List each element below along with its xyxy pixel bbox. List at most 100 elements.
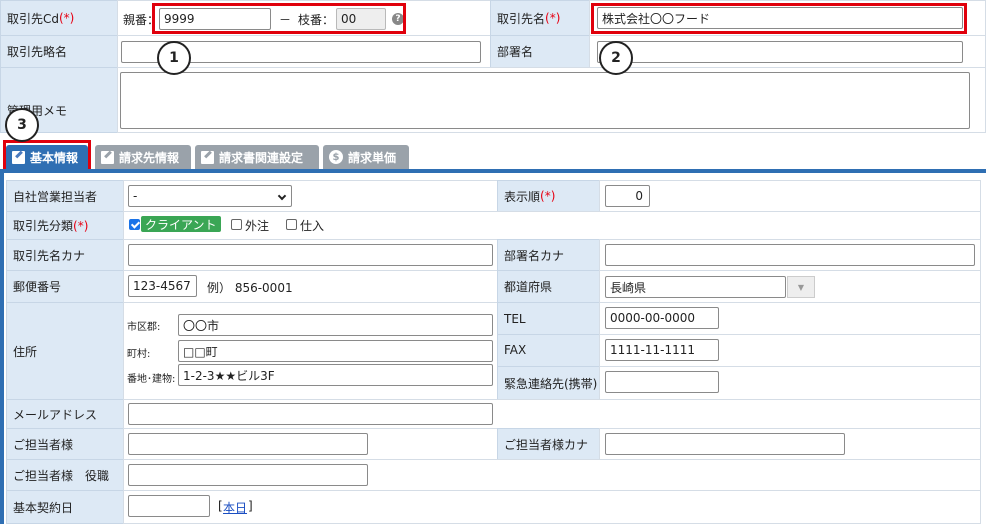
contract-date-input[interactable] [128,495,210,517]
dollar-icon: $ [329,150,343,164]
dept-kana-label: 部署名カナ [504,248,565,263]
prefecture-input[interactable]: 長崎県 [605,276,786,298]
kana-input[interactable] [128,244,493,266]
required-mark: (*) [73,218,89,233]
sales-rep-label: 自社営業担当者 [13,189,98,204]
highlight-code-box [152,3,406,34]
emergency-input[interactable] [605,371,719,393]
town-input[interactable]: □□町 [178,340,493,362]
sales-rep-value: - [133,189,138,203]
contact-kana-input[interactable] [605,433,845,455]
fax-label: FAX [504,343,527,357]
purchase-checkbox[interactable] [286,219,297,230]
sales-rep-label-cell: 自社営業担当者 [6,180,124,212]
contact-title-label-cell: ご担当者様 役職 [6,459,124,491]
dept-label-cell: 部署名 [490,35,590,68]
dept-kana-label-cell: 部署名カナ [497,239,600,271]
emergency-label: 緊急連絡先(携帯) [504,376,598,391]
tab-billing-info[interactable]: 請求先情報 [95,145,191,169]
tab-panel-left-border [0,169,4,524]
contract-date-label-cell: 基本契約日 [6,490,124,524]
city-label: 市区郡: [127,322,161,333]
edit-icon [201,150,214,164]
contact-kana-label-cell: ご担当者様カナ [497,428,600,460]
contact-title-input[interactable] [128,464,368,486]
address-label: 住所 [13,344,38,359]
zip-label: 郵便番号 [13,280,62,294]
contact-title-label: ご担当者様 役職 [13,468,110,483]
sales-rep-select[interactable]: - [128,185,292,207]
dept-kana-input[interactable] [605,244,975,266]
name-label: 取引先名 [497,11,546,26]
marker-2: 2 [599,41,633,75]
display-order-label-cell: 表示順 (*) [497,180,600,212]
required-mark: (*) [59,11,75,25]
zip-label-cell: 郵便番号 [6,270,124,303]
contact-kana-label: ご担当者様カナ [504,437,589,452]
today-bracket-open: [ [218,499,223,513]
contact-label: ご担当者様 [13,437,74,452]
kana-label: 取引先名カナ [13,248,86,263]
prefecture-dropdown-button[interactable]: ▼ [787,276,815,298]
contact-input[interactable] [128,433,368,455]
street-label: 番地･建物: [127,374,176,385]
tab-unit-price[interactable]: $ 請求単価 [323,145,409,169]
marker-1: 1 [157,41,191,75]
zip-example: 例） 856-0001 [207,281,293,295]
fax-label-cell: FAX [497,334,600,367]
memo-textarea[interactable] [120,72,970,129]
code-label: 取引先Cd [7,11,59,26]
city-input[interactable]: 〇〇市 [178,314,493,336]
outsource-label: 外注 [245,219,270,233]
edit-icon [12,150,25,164]
required-mark: (*) [545,11,561,25]
tab-label: 請求書関連設定 [219,150,304,165]
tel-label-cell: TEL [497,302,600,335]
email-label: メールアドレス [13,407,98,422]
tel-input[interactable]: 0000-00-0000 [605,307,719,329]
tel-label: TEL [504,312,526,326]
kana-label-cell: 取引先名カナ [6,239,124,271]
tab-invoice-settings[interactable]: 請求書関連設定 [195,145,319,169]
marker-3: 3 [5,108,39,142]
outsource-checkbox[interactable] [231,219,242,230]
contact-label-cell: ご担当者様 [6,428,124,460]
tab-basic-info[interactable]: 基本情報 [6,145,88,169]
email-label-cell: メールアドレス [6,399,124,429]
dept-input[interactable] [597,41,963,63]
dept-label: 部署名 [497,45,534,59]
category-label-cell: 取引先分類 (*) [6,211,124,240]
address-label-cell: 住所 [6,302,124,400]
today-link[interactable]: 本日 [223,499,247,516]
client-checkbox[interactable] [129,219,140,230]
fax-input[interactable]: 1111-11-1111 [605,339,719,361]
prefecture-label: 都道府県 [504,280,553,294]
tab-label: 請求先情報 [119,150,180,165]
required-mark: (*) [540,189,556,203]
contract-date-label: 基本契約日 [13,500,74,515]
emergency-label-cell: 緊急連絡先(携帯) [497,366,600,400]
email-input[interactable] [128,403,493,425]
highlight-name-box [591,3,967,34]
display-order-value: 0 [635,189,643,203]
tab-panel-top-border [0,169,986,173]
code-label-cell: 取引先Cd (*) [0,0,118,36]
short-name-label: 取引先略名 [7,45,68,59]
client-badge: クライアント [141,216,221,232]
display-order-label: 表示順 [504,189,541,204]
category-label: 取引先分類 [13,219,74,233]
prefecture-label-cell: 都道府県 [497,270,600,303]
display-order-input[interactable]: 0 [605,185,650,207]
edit-icon [101,150,114,164]
display-order-value-cell [599,180,981,212]
zip-input[interactable]: 123-4567 [128,275,197,297]
tab-label: 基本情報 [30,150,79,165]
name-label-cell: 取引先名 (*) [490,0,590,36]
tab-label: 請求単価 [348,150,397,165]
street-input[interactable]: 1-2-3★★ビル3F [178,364,493,386]
chevron-down-icon [277,191,287,201]
town-label: 町村: [127,349,151,360]
short-name-label-cell: 取引先略名 [0,35,118,68]
purchase-label: 仕入 [300,219,325,233]
today-bracket-close: ] [248,499,253,513]
